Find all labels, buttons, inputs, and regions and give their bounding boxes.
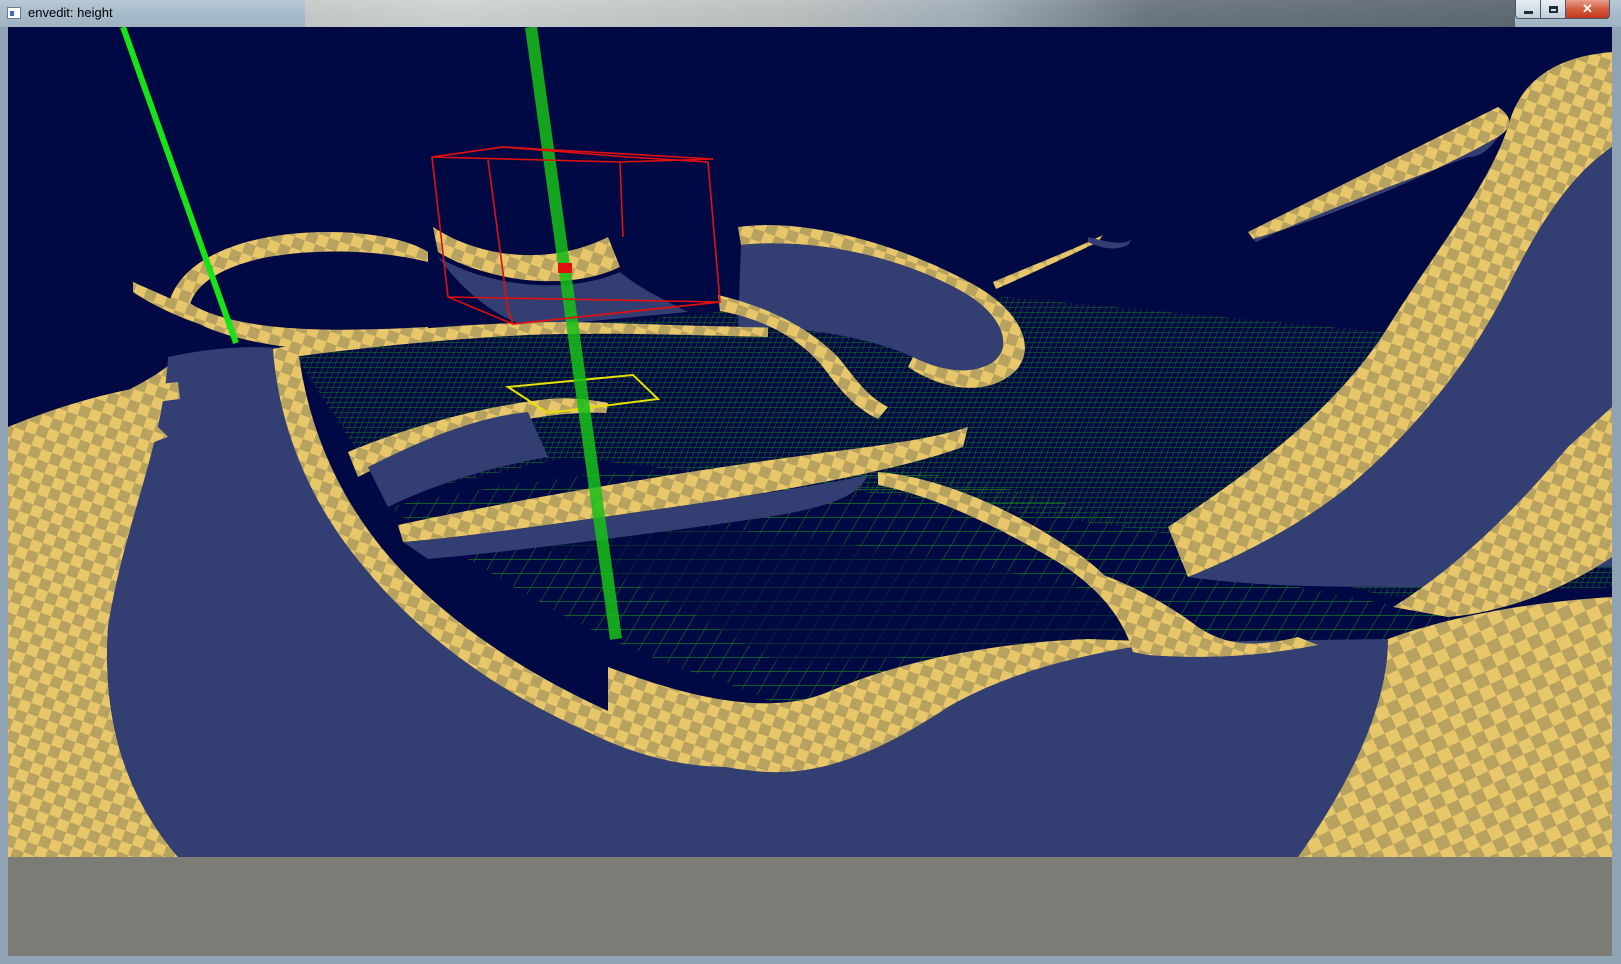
title-bar[interactable]: envedit: height ✕ [0, 0, 1621, 27]
close-button[interactable]: ✕ [1566, 0, 1610, 19]
background-window-strip [305, 0, 1515, 27]
axis-marker [558, 263, 572, 273]
ribbon-upper-left-loop [133, 232, 428, 348]
close-icon: ✕ [1582, 1, 1593, 16]
maximize-button[interactable] [1541, 0, 1566, 19]
window-title: envedit: height [28, 5, 113, 20]
minimize-icon [1523, 10, 1533, 14]
status-panel [8, 857, 1612, 956]
app-icon[interactable] [7, 7, 21, 19]
maximize-icon [1548, 5, 1558, 13]
minimize-button[interactable] [1515, 0, 1541, 19]
window-controls: ✕ [1515, 0, 1610, 20]
3d-viewport[interactable] [8, 27, 1612, 857]
app-window: envedit: height ✕ [0, 0, 1621, 964]
